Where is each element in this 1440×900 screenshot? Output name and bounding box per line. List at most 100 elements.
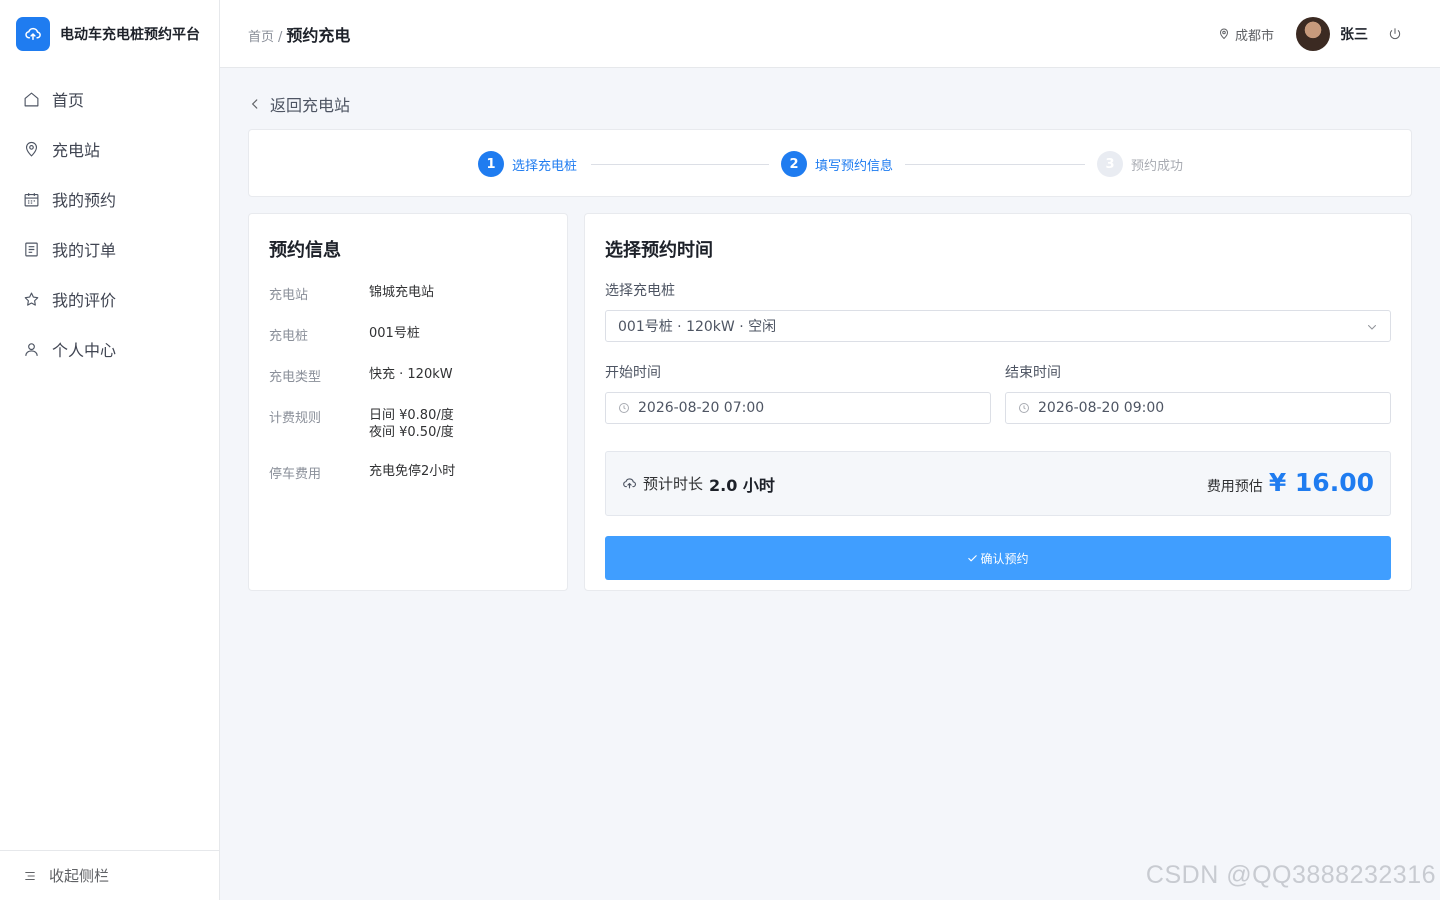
cloud-upload-icon xyxy=(623,478,636,489)
step-number: 1 xyxy=(478,151,504,177)
sidebar-item-reservations[interactable]: 我的预约 xyxy=(0,174,219,224)
info-key: 停车费用 xyxy=(269,467,322,482)
info-row-station: 充电站 锦城充电站 xyxy=(269,284,547,303)
estimate-duration: 预计时长 2.0 小时 xyxy=(622,472,775,496)
check-icon xyxy=(968,554,978,561)
info-key: 充电类型 xyxy=(269,370,322,385)
step-label: 选择充电桩 xyxy=(512,158,578,174)
breadcrumb-current: 预约充电 xyxy=(286,25,351,45)
time-row: 开始时间 2026-08-20 07:00 结束时间 2026-08-20 09… xyxy=(605,362,1391,424)
billing-day: 日间 ¥0.80/度 xyxy=(369,408,454,423)
clock-icon xyxy=(619,403,629,413)
step-select-pile: 1 选择充电桩 xyxy=(478,151,577,177)
sidebar-item-profile[interactable]: 个人中心 xyxy=(0,324,219,374)
avatar[interactable] xyxy=(1296,17,1330,51)
calendar-icon xyxy=(24,192,39,206)
estimate-hours: 2.0 小时 xyxy=(709,475,775,495)
info-row-parking: 停车费用 充电免停2小时 xyxy=(269,463,547,482)
sidebar-item-stations[interactable]: 充电站 xyxy=(0,124,219,174)
back-to-stations-link[interactable]: 返回充电站 xyxy=(248,92,350,116)
end-time-input[interactable]: 2026-08-20 09:00 xyxy=(1005,392,1391,424)
breadcrumb-separator: / xyxy=(278,29,283,45)
end-time-field: 结束时间 2026-08-20 09:00 xyxy=(1005,362,1391,424)
step-connector xyxy=(591,164,769,165)
sidebar-item-label: 我的订单 xyxy=(52,241,117,260)
document-icon xyxy=(25,242,38,256)
estimate-label: 预计时长 xyxy=(643,475,704,493)
steps-card: 1 选择充电桩 2 填写预约信息 3 预约成功 xyxy=(248,129,1412,197)
confirm-reservation-button[interactable]: 确认预约 xyxy=(605,536,1391,580)
sidebar-item-reviews[interactable]: 我的评价 xyxy=(0,274,219,324)
info-key: 充电站 xyxy=(269,288,309,303)
billing-night: 夜间 ¥0.50/度 xyxy=(369,425,454,440)
step-number: 2 xyxy=(781,151,807,177)
estimate-panel: 预计时长 2.0 小时 费用预估 ¥ 16.00 xyxy=(605,451,1391,516)
back-label: 返回充电站 xyxy=(270,96,351,115)
sidebar-item-home[interactable]: 首页 xyxy=(0,74,219,124)
info-key: 计费规则 xyxy=(269,411,322,426)
watermark: CSDN @QQ3888232316 xyxy=(1145,861,1436,889)
user-icon xyxy=(25,342,38,356)
pile-select[interactable]: 001号桩 · 120kW · 空闲 xyxy=(605,310,1391,342)
power-icon[interactable] xyxy=(1388,27,1402,41)
sidebar-item-label: 首页 xyxy=(52,91,85,110)
brand-logo-icon xyxy=(16,17,50,51)
sidebar-item-orders[interactable]: 我的订单 xyxy=(0,224,219,274)
step-label: 预约成功 xyxy=(1131,158,1184,174)
info-value: 锦城充电站 xyxy=(369,285,435,300)
start-time-input[interactable]: 2026-08-20 07:00 xyxy=(605,392,991,424)
reservation-info-card: 预约信息 充电站 锦城充电站 充电桩 001号桩 充电类型 快充 · 120kW… xyxy=(248,213,568,591)
info-row-pile: 充电桩 001号桩 xyxy=(269,325,547,344)
end-time-value: 2026-08-20 09:00 xyxy=(1038,400,1165,416)
city-selector[interactable]: 成都市 xyxy=(1218,25,1274,44)
brand[interactable]: 电动车充电桩预约平台 xyxy=(0,0,219,68)
breadcrumb: 首页 / 预约充电 xyxy=(248,22,350,46)
username[interactable]: 张三 xyxy=(1340,24,1368,44)
sidebar-item-label: 充电站 xyxy=(52,141,101,160)
location-icon xyxy=(25,141,38,157)
end-time-label: 结束时间 xyxy=(1005,365,1061,381)
star-icon xyxy=(24,292,39,306)
chevron-left-icon xyxy=(251,99,258,109)
form-title: 选择预约时间 xyxy=(605,240,713,261)
confirm-label: 确认预约 xyxy=(980,551,1029,566)
location-icon xyxy=(1219,28,1228,40)
fee-label: 费用预估 xyxy=(1206,479,1263,495)
sidebar-item-label: 我的评价 xyxy=(52,291,117,310)
info-value: 快充 · 120kW xyxy=(369,367,453,382)
start-time-field: 开始时间 2026-08-20 07:00 xyxy=(605,362,991,424)
start-time-value: 2026-08-20 07:00 xyxy=(638,400,765,416)
reservation-form-card: 选择预约时间 选择充电桩 001号桩 · 120kW · 空闲 开始时间 202… xyxy=(584,213,1412,591)
sidebar-item-label: 个人中心 xyxy=(52,341,117,360)
city-label: 成都市 xyxy=(1234,28,1274,44)
sidebar-nav: 首页 充电站 我的预约 我的订单 我的评价 个人中心 xyxy=(0,74,219,374)
collapse-sidebar-label: 收起侧栏 xyxy=(49,867,110,885)
pile-select-value: 001号桩 · 120kW · 空闲 xyxy=(618,319,777,335)
step-number: 3 xyxy=(1097,151,1123,177)
info-value: 001号桩 xyxy=(369,326,420,341)
step-label: 填写预约信息 xyxy=(815,158,894,174)
step-connector xyxy=(905,164,1085,165)
start-time-label: 开始时间 xyxy=(605,365,661,381)
header-right: 成都市 张三 xyxy=(1218,0,1402,68)
info-row-billing: 计费规则 日间 ¥0.80/度 夜间 ¥0.50/度 xyxy=(269,407,547,441)
info-row-type: 充电类型 快充 · 120kW xyxy=(269,366,547,385)
clock-icon xyxy=(1019,403,1029,413)
info-title: 预约信息 xyxy=(269,240,341,261)
chevron-down-icon xyxy=(1368,325,1376,330)
collapse-icon xyxy=(25,871,35,880)
breadcrumb-home[interactable]: 首页 xyxy=(248,26,274,45)
step-success: 3 预约成功 xyxy=(1097,151,1183,177)
pile-select-label: 选择充电桩 xyxy=(605,283,675,299)
sidebar: 电动车充电桩预约平台 首页 充电站 我的预约 我的订单 我的评价 个人中心 收起… xyxy=(0,0,220,900)
step-fill-info: 2 填写预约信息 xyxy=(781,151,893,177)
info-key: 充电桩 xyxy=(269,329,309,344)
collapse-sidebar-button[interactable]: 收起侧栏 xyxy=(0,850,219,900)
info-value: 充电免停2小时 xyxy=(369,464,456,479)
fee-amount: ¥ 16.00 xyxy=(1268,468,1374,497)
sidebar-item-label: 我的预约 xyxy=(52,191,117,210)
top-header: 首页 / 预约充电 成都市 张三 xyxy=(220,0,1440,68)
brand-title: 电动车充电桩预约平台 xyxy=(60,27,200,43)
home-icon xyxy=(24,92,39,106)
fee-estimate: 费用预估 ¥ 16.00 xyxy=(1207,468,1374,497)
